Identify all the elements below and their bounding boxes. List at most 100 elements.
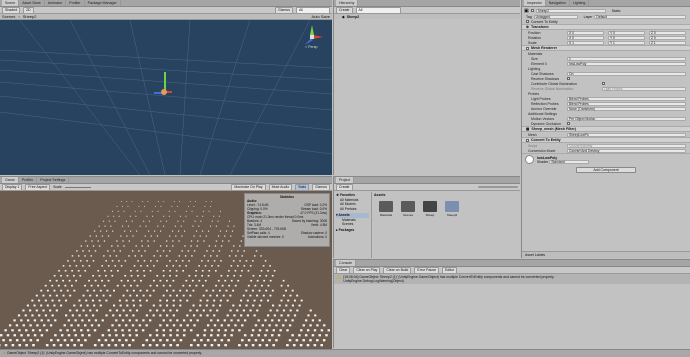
tab-package-manager[interactable]: Package Manager bbox=[85, 0, 121, 6]
layer-dropdown[interactable]: Default bbox=[594, 14, 686, 19]
display-dropdown[interactable]: Display 1 bbox=[2, 183, 23, 191]
dynamic-occlusion-checkbox[interactable] bbox=[567, 122, 570, 125]
sheep-instance bbox=[238, 344, 241, 347]
status-message[interactable]: GameObject 'Sheep2 (1)' (UnityEngine.Gam… bbox=[7, 351, 202, 355]
anchor-override-field[interactable]: None (Transform) bbox=[567, 106, 686, 111]
aspect-dropdown[interactable]: Free Aspect bbox=[25, 183, 51, 191]
conversion-mode-dropdown[interactable]: Convert And Destroy bbox=[567, 148, 686, 153]
clear-on-build-toggle[interactable]: Clear on Build bbox=[383, 266, 412, 274]
scene-view[interactable]: < Persp bbox=[0, 20, 332, 175]
tab-scene[interactable]: Scene bbox=[2, 0, 20, 6]
persp-label[interactable]: < Persp bbox=[305, 45, 318, 49]
asset-scenes[interactable]: Scenes bbox=[400, 201, 416, 217]
tab-hierarchy[interactable]: Hierarchy bbox=[336, 0, 359, 6]
position-x[interactable]: X 0 bbox=[567, 30, 604, 35]
move-gizmo[interactable] bbox=[154, 72, 172, 98]
sheep-instance bbox=[103, 270, 106, 272]
sheep-instance bbox=[219, 210, 221, 212]
active-checkbox[interactable] bbox=[530, 9, 534, 12]
scale-slider[interactable] bbox=[64, 186, 91, 188]
static-label[interactable]: Static bbox=[612, 9, 621, 13]
sheep-instance bbox=[220, 339, 224, 342]
tab-asset-store[interactable]: Asset Store bbox=[19, 0, 45, 6]
element0-row: Element 0 lowLowPoly bbox=[522, 61, 690, 66]
sheep-instance bbox=[123, 210, 125, 212]
motion-vectors-dropdown[interactable]: Per Object Motion bbox=[567, 116, 686, 121]
tag-dropdown[interactable]: Untagged bbox=[533, 14, 578, 19]
assets-item-scenes[interactable]: Scenes bbox=[336, 222, 369, 227]
materials-size-field[interactable]: 1 bbox=[567, 56, 686, 61]
scale-z[interactable]: Z 1 bbox=[649, 40, 686, 45]
status-bar: ⚠ GameObject 'Sheep2 (1)' (UnityEngine.G… bbox=[0, 349, 690, 357]
add-component-button[interactable]: Add Component bbox=[576, 167, 636, 173]
material-preview[interactable]: lowLowPoly Shader Standard bbox=[522, 153, 690, 165]
hierarchy-item-sheep2[interactable]: ◆ Sheep2 bbox=[334, 14, 520, 19]
rotation-z[interactable]: Z 0 bbox=[649, 35, 686, 40]
breadcrumb-scenes[interactable]: Scenes bbox=[2, 14, 15, 19]
clear-on-play-toggle[interactable]: Clear on Play bbox=[353, 266, 381, 274]
stats-toggle[interactable]: Stats bbox=[295, 183, 310, 191]
position-y[interactable]: Y 0 bbox=[608, 30, 645, 35]
convert-component-checkbox[interactable] bbox=[526, 138, 529, 142]
contribute-gi-checkbox[interactable] bbox=[602, 82, 605, 85]
sheep-instance bbox=[217, 235, 220, 237]
tab-project-settings[interactable]: Project Settings bbox=[37, 177, 70, 183]
tab-inspector[interactable]: Inspector bbox=[524, 0, 546, 6]
element0-field[interactable]: lowLowPoly bbox=[567, 61, 686, 66]
maximize-on-play-toggle[interactable]: Maximize On Play bbox=[231, 183, 266, 191]
asset-sheep2[interactable]: Sheep2 bbox=[444, 201, 460, 217]
shader-dropdown[interactable]: Standard bbox=[549, 159, 590, 164]
convert-checkbox[interactable] bbox=[526, 20, 529, 23]
sheep-instance bbox=[29, 339, 33, 342]
scene-search-input[interactable]: All bbox=[296, 6, 330, 14]
rotation-x[interactable]: X 0 bbox=[567, 35, 604, 40]
sheep-instance bbox=[143, 270, 145, 272]
rotation-y[interactable]: Y 0 bbox=[608, 35, 645, 40]
editor-dropdown[interactable]: Editor bbox=[442, 266, 458, 274]
sheep-instance bbox=[78, 314, 81, 317]
game-view[interactable]: Statistics Audio: Level: -74.8 dB DSP loa… bbox=[0, 191, 332, 349]
sheep-instance bbox=[182, 334, 186, 337]
mesh-renderer-checkbox[interactable] bbox=[526, 46, 529, 50]
position-z[interactable]: Z 0 bbox=[649, 30, 686, 35]
shading-dropdown[interactable]: Shaded bbox=[2, 6, 21, 14]
object-name-field[interactable]: Sheep2 bbox=[535, 8, 606, 13]
tab-animator[interactable]: Animator bbox=[45, 0, 67, 6]
breadcrumb-scene-file[interactable]: Sheep2 bbox=[23, 14, 37, 19]
mute-audio-toggle[interactable]: Mute Audio bbox=[268, 183, 293, 191]
project-search-input[interactable] bbox=[478, 186, 518, 188]
hierarchy-search-input[interactable]: All bbox=[355, 6, 401, 14]
console-clear-button[interactable]: Clear bbox=[336, 266, 351, 274]
tab-project[interactable]: Project bbox=[336, 177, 355, 183]
game-gizmos-dropdown[interactable]: Gizmos bbox=[312, 183, 330, 191]
mesh-field[interactable]: SheepLowPo bbox=[567, 132, 686, 137]
gizmos-dropdown[interactable]: Gizmos bbox=[275, 6, 293, 14]
sheep-instance bbox=[176, 294, 178, 297]
hierarchy-create-button[interactable]: Create bbox=[336, 6, 353, 14]
tab-console[interactable]: Console bbox=[336, 260, 357, 266]
packages-header[interactable]: ▸ Packages bbox=[336, 228, 369, 233]
sheep-instance bbox=[107, 215, 109, 217]
tab-profiler-2[interactable]: Profiler bbox=[19, 177, 38, 183]
error-pause-toggle[interactable]: Error Pause bbox=[414, 266, 440, 274]
tab-profiler[interactable]: Profiler bbox=[66, 0, 85, 6]
auto-save-toggle[interactable]: Auto Save bbox=[312, 14, 330, 19]
stats-animations: Animations: 0 bbox=[307, 235, 327, 239]
mode-2d-button[interactable]: 2D bbox=[23, 6, 34, 14]
asset-materials[interactable]: Materials bbox=[378, 201, 394, 217]
sheep-instance bbox=[267, 284, 270, 287]
tab-game[interactable]: Game bbox=[2, 177, 19, 183]
scale-x[interactable]: X 1 bbox=[567, 40, 604, 45]
console-entry[interactable]: ⚠ [15:08:04] GameObject 'Sheep2 (1)' (Un… bbox=[334, 274, 690, 284]
cast-shadows-dropdown[interactable]: On bbox=[567, 71, 686, 76]
sheep-instance bbox=[213, 215, 215, 217]
scale-y[interactable]: Y 1 bbox=[608, 40, 645, 45]
tab-navigation[interactable]: Navigation bbox=[546, 0, 570, 6]
receive-shadows-checkbox[interactable] bbox=[567, 77, 570, 80]
tab-lighting[interactable]: Lighting bbox=[570, 0, 590, 6]
project-create-button[interactable]: Create bbox=[336, 183, 353, 191]
light-probes-dropdown[interactable]: Blend Probes bbox=[567, 96, 686, 101]
favorites-item-prefabs[interactable]: All Prefabs bbox=[336, 207, 369, 212]
reflection-probes-dropdown[interactable]: Blend Probes bbox=[567, 101, 686, 106]
asset-sheep[interactable]: Sheep bbox=[422, 201, 438, 217]
